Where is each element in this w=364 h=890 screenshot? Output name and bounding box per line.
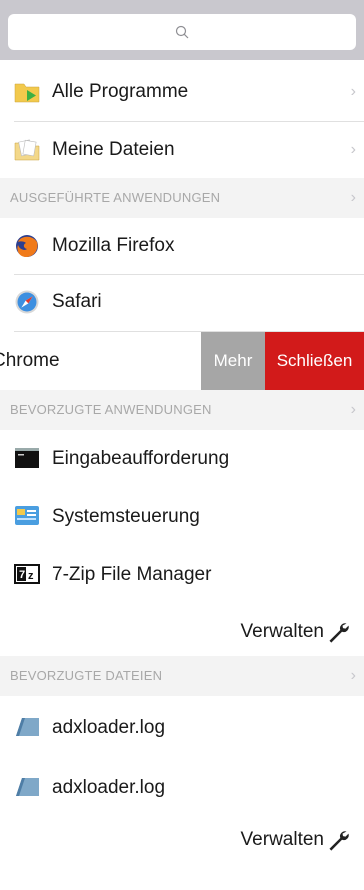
control-panel-icon — [15, 506, 39, 525]
list-item-control-panel[interactable]: Systemsteuerung — [0, 488, 364, 544]
search-input[interactable] — [8, 14, 356, 50]
log-file-icon — [16, 718, 39, 736]
file-label: adxloader.log — [52, 777, 166, 798]
section-header-favorite-apps[interactable]: BEVORZUGTE ANWENDUNGEN › — [0, 390, 364, 430]
svg-text:7: 7 — [19, 569, 25, 581]
my-files-label: Meine Dateien — [52, 139, 175, 160]
chevron-right-icon: › — [350, 83, 356, 100]
more-button[interactable]: Mehr — [201, 332, 265, 390]
list-item-chrome-swiped[interactable]: Chrome Mehr Schließen — [0, 332, 364, 390]
safari-icon — [15, 290, 39, 314]
firefox-label: Mozilla Firefox — [52, 235, 175, 256]
manage-row-apps: Verwalten — [0, 604, 364, 658]
section-header-favorite-files[interactable]: BEVORZUGTE DATEIEN › — [0, 656, 364, 696]
section-title: BEVORZUGTE DATEIEN — [10, 668, 163, 683]
manage-files-button[interactable]: Verwalten — [241, 828, 350, 852]
7zip-icon: 7 z — [14, 564, 40, 584]
list-item-firefox[interactable]: Mozilla Firefox — [0, 218, 364, 274]
list-item-safari[interactable]: Safari — [0, 275, 364, 331]
section-header-running-apps[interactable]: AUSGEFÜHRTE ANWENDUNGEN › — [0, 178, 364, 218]
list-item-command-prompt[interactable]: Eingabeaufforderung — [0, 430, 364, 486]
section-title: BEVORZUGTE ANWENDUNGEN — [10, 402, 212, 417]
chevron-right-icon: › — [350, 667, 356, 684]
list-item-my-files[interactable]: Meine Dateien › — [0, 122, 364, 180]
chevron-right-icon: › — [350, 189, 356, 206]
close-button[interactable]: Schließen — [265, 332, 364, 390]
search-bar — [0, 0, 364, 60]
control-panel-label: Systemsteuerung — [52, 506, 200, 527]
list-item-file[interactable]: adxloader.log — [0, 696, 364, 754]
folder-play-icon — [14, 83, 40, 103]
file-label: adxloader.log — [52, 717, 166, 738]
list-item-all-programs[interactable]: Alle Programme › — [0, 64, 364, 122]
section-title: AUSGEFÜHRTE ANWENDUNGEN — [10, 190, 221, 205]
wrench-icon — [329, 623, 349, 643]
manage-apps-button[interactable]: Verwalten — [241, 620, 350, 644]
chrome-label: Chrome — [0, 350, 60, 371]
list-item-file[interactable]: adxloader.log — [0, 756, 364, 814]
chevron-right-icon: › — [350, 401, 356, 418]
command-prompt-icon — [15, 448, 39, 468]
7zip-label: 7-Zip File Manager — [52, 564, 212, 585]
list-item-7zip[interactable]: 7 z 7-Zip File Manager — [0, 546, 364, 602]
folder-documents-icon — [14, 139, 40, 161]
firefox-icon — [16, 235, 38, 257]
all-programs-label: Alle Programme — [52, 81, 189, 102]
wrench-icon — [329, 831, 349, 851]
safari-label: Safari — [52, 291, 102, 312]
svg-text:z: z — [28, 570, 34, 582]
manage-label: Verwalten — [240, 621, 324, 642]
command-prompt-label: Eingabeaufforderung — [52, 448, 230, 469]
chevron-right-icon: › — [350, 141, 356, 158]
manage-label: Verwalten — [240, 829, 324, 850]
search-icon — [175, 25, 189, 39]
log-file-icon — [16, 778, 39, 796]
manage-row-files: Verwalten — [0, 816, 364, 872]
